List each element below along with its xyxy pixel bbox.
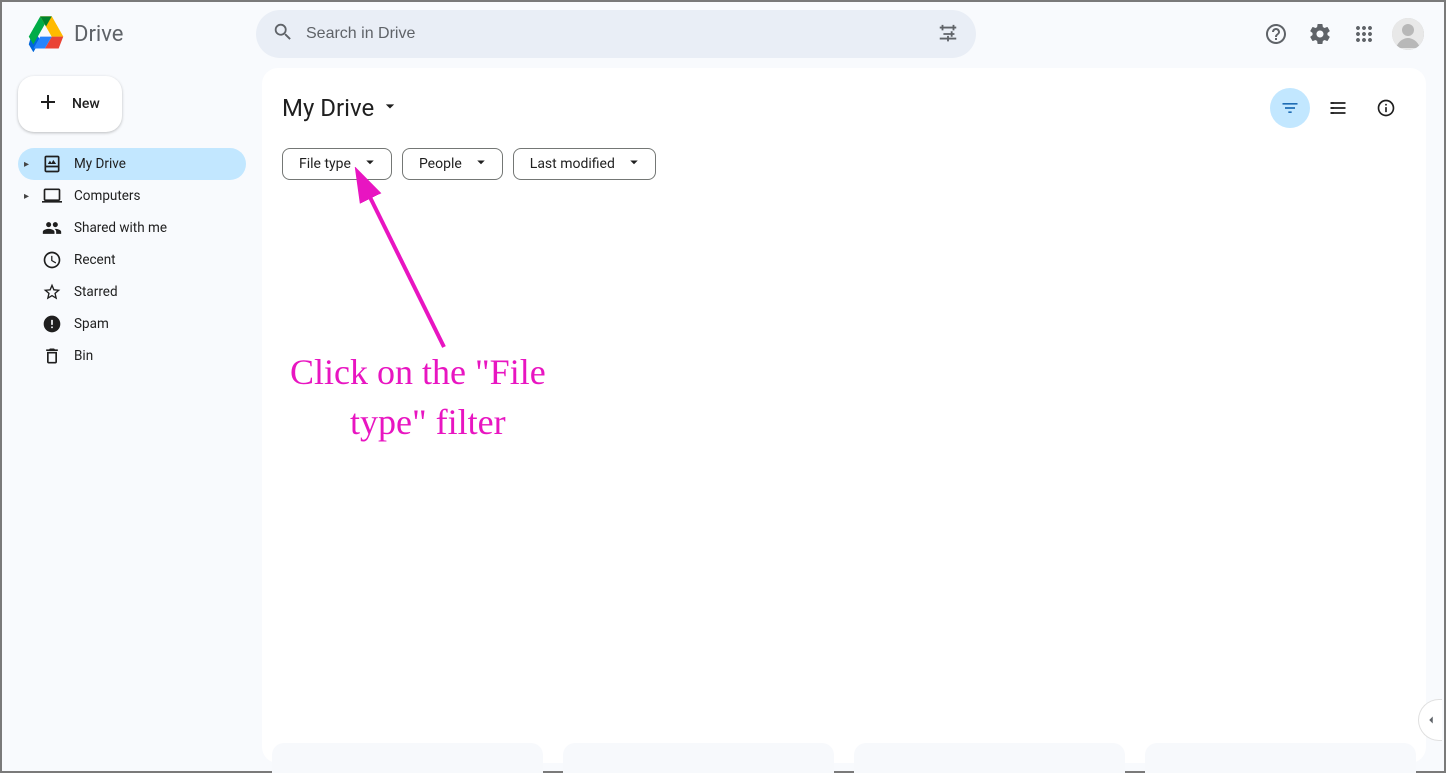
spam-icon: [42, 314, 62, 334]
chip-people[interactable]: People: [402, 148, 503, 180]
nav-spam[interactable]: Spam: [18, 308, 246, 340]
star-icon: [42, 282, 62, 302]
app-name: Drive: [74, 22, 123, 47]
search-icon: [272, 21, 294, 47]
chip-file-type[interactable]: File type: [282, 148, 392, 180]
nav-label: Computers: [74, 188, 140, 204]
nav-shared[interactable]: Shared with me: [18, 212, 246, 244]
filter-view-button[interactable]: [1270, 88, 1310, 128]
caret-right-icon: ▸: [24, 191, 29, 202]
plus-icon: [36, 90, 60, 118]
nav-bin[interactable]: Bin: [18, 340, 246, 372]
new-button[interactable]: New: [18, 76, 122, 132]
recent-icon: [42, 250, 62, 270]
bin-icon: [42, 346, 62, 366]
settings-icon[interactable]: [1300, 14, 1340, 54]
account-avatar[interactable]: [1392, 18, 1424, 50]
chip-label: People: [419, 156, 462, 172]
main-panel: My Drive File type People Last modified: [262, 68, 1426, 763]
chip-label: Last modified: [530, 156, 615, 172]
nav-my-drive[interactable]: ▸ My Drive: [18, 148, 246, 180]
nav-label: Spam: [74, 316, 109, 332]
caret-right-icon: ▸: [24, 159, 29, 170]
app-header: Drive: [2, 2, 1444, 66]
search-input[interactable]: [306, 25, 916, 43]
breadcrumb[interactable]: My Drive: [282, 94, 400, 122]
drive-logo-icon: [26, 12, 66, 56]
filter-chips: File type People Last modified: [282, 148, 1406, 180]
nav-list: ▸ My Drive ▸ Computers Shared with me Re…: [18, 148, 246, 372]
search-bar[interactable]: [256, 10, 976, 58]
my-drive-icon: [42, 154, 62, 174]
dropdown-icon: [625, 153, 643, 175]
search-options-icon[interactable]: [928, 14, 968, 54]
nav-label: My Drive: [74, 156, 126, 172]
chip-label: File type: [299, 156, 351, 172]
info-button[interactable]: [1366, 88, 1406, 128]
nav-label: Shared with me: [74, 220, 167, 236]
logo-wrap[interactable]: Drive: [18, 12, 248, 56]
nav-label: Bin: [74, 348, 93, 364]
nav-computers[interactable]: ▸ Computers: [18, 180, 246, 212]
apps-icon[interactable]: [1344, 14, 1384, 54]
chip-last-modified[interactable]: Last modified: [513, 148, 656, 180]
help-icon[interactable]: [1256, 14, 1296, 54]
dropdown-icon: [361, 153, 379, 175]
new-button-label: New: [72, 96, 100, 112]
shared-icon: [42, 218, 62, 238]
content-header: My Drive: [282, 88, 1406, 128]
breadcrumb-title: My Drive: [282, 94, 374, 122]
list-view-button[interactable]: [1318, 88, 1358, 128]
nav-recent[interactable]: Recent: [18, 244, 246, 276]
bottom-placeholder-tiles: [262, 743, 1426, 773]
view-toolbar: [1270, 88, 1406, 128]
nav-starred[interactable]: Starred: [18, 276, 246, 308]
header-right: [1256, 14, 1428, 54]
sidebar: New ▸ My Drive ▸ Computers Shared with m…: [4, 68, 260, 380]
computers-icon: [42, 186, 62, 206]
nav-label: Starred: [74, 284, 118, 300]
nav-label: Recent: [74, 252, 116, 268]
dropdown-icon: [380, 94, 400, 122]
dropdown-icon: [472, 153, 490, 175]
